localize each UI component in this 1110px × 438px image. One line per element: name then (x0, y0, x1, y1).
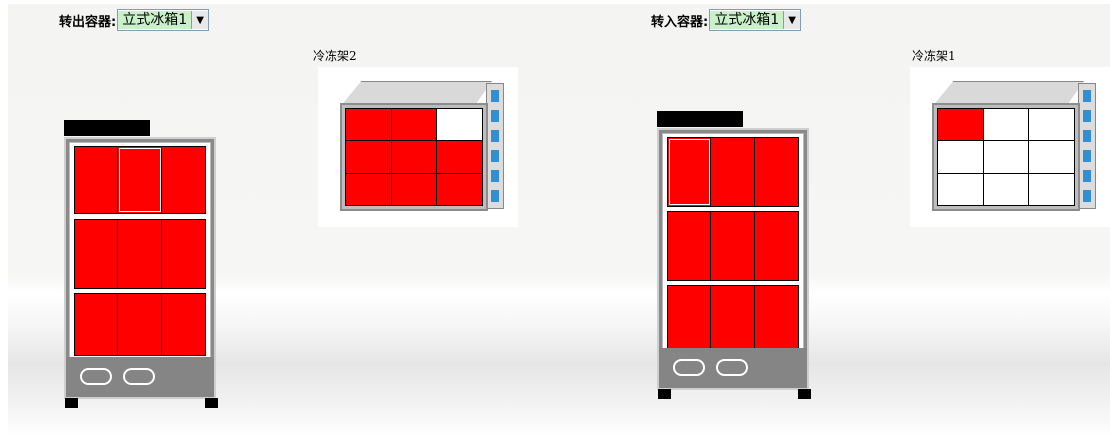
rack-grid[interactable] (937, 108, 1075, 206)
fridge-interior (662, 133, 804, 355)
fridge-shelf[interactable] (74, 293, 206, 356)
source-rack-label: 冷冻架2 (313, 49, 357, 63)
fridge-vent-icon (716, 359, 748, 376)
rack-slot[interactable] (437, 109, 482, 141)
fridge-vent-icon (80, 368, 112, 385)
rack-slot[interactable] (1029, 141, 1074, 173)
rack-stripe (1083, 130, 1091, 142)
source-container-label: 转出容器: (59, 14, 117, 30)
rack-slot[interactable] (437, 141, 482, 173)
fridge-slot[interactable] (161, 294, 205, 355)
rack-stripe (491, 150, 499, 162)
target-container-select[interactable]: 立式冰箱1 ▼ (709, 9, 802, 31)
fridge-slot[interactable] (668, 212, 712, 280)
target-panel: 转入容器: 立式冰箱1 ▼ 冷冻架1 (555, 0, 1110, 438)
rack-slot[interactable] (346, 141, 391, 173)
source-panel: 转出容器: 立式冰箱1 ▼ 冷冻架2 (0, 0, 555, 438)
fridge-slot[interactable] (75, 220, 119, 288)
rack-stripe (491, 190, 499, 202)
target-container-row: 转入容器: 立式冰箱1 ▼ (651, 9, 802, 31)
fridge-foot (798, 389, 811, 399)
fridge-shelf[interactable] (667, 211, 799, 281)
fridge-shelf[interactable] (667, 137, 799, 207)
fridge-base (659, 348, 807, 388)
rack-stripe (491, 90, 499, 102)
fridge-slot[interactable] (711, 212, 755, 280)
chevron-down-icon[interactable]: ▼ (191, 11, 209, 29)
fridge-body (657, 128, 809, 390)
rack-slot[interactable] (391, 141, 437, 173)
fridge-top-bar (657, 111, 743, 127)
rack-slot[interactable] (938, 173, 983, 205)
rack-front-face (932, 103, 1080, 211)
fridge-slot[interactable] (754, 212, 798, 280)
rack-slot[interactable] (1029, 173, 1074, 205)
target-fridge (657, 111, 811, 401)
rack-slot[interactable] (983, 173, 1029, 205)
rack-stripe (1083, 150, 1091, 162)
source-container-row: 转出容器: 立式冰箱1 ▼ (59, 9, 210, 31)
fridge-slot[interactable] (161, 220, 205, 288)
rack-slot[interactable] (346, 109, 391, 141)
fridge-shelf[interactable] (667, 285, 799, 351)
source-fridge (64, 120, 218, 410)
rack-slot[interactable] (938, 109, 983, 141)
rack-slot[interactable] (391, 173, 437, 205)
fridge-interior (69, 142, 211, 360)
fridge-slot[interactable] (118, 147, 162, 213)
fridge-slot[interactable] (754, 138, 798, 206)
fridge-slot[interactable] (75, 147, 119, 213)
rack-slot[interactable] (1029, 109, 1074, 141)
fridge-slot[interactable] (118, 294, 162, 355)
fridge-foot (658, 389, 671, 399)
fridge-slot[interactable] (754, 286, 798, 350)
rack-front-face (340, 103, 488, 211)
rack-slot[interactable] (938, 141, 983, 173)
rack-slot[interactable] (983, 141, 1029, 173)
fridge-vent-icon (673, 359, 705, 376)
rack-stripe (1083, 190, 1091, 202)
rack-stripe (491, 130, 499, 142)
fridge-vent-icon (123, 368, 155, 385)
chevron-down-icon[interactable]: ▼ (783, 11, 801, 29)
fridge-foot (65, 398, 78, 408)
target-container-label: 转入容器: (651, 14, 709, 30)
rack-stripe (1083, 110, 1091, 122)
fridge-slot[interactable] (668, 138, 712, 206)
rack-slot[interactable] (983, 109, 1029, 141)
fridge-shelf[interactable] (74, 146, 206, 214)
rack-stripe (491, 170, 499, 182)
fridge-top-bar (64, 120, 150, 136)
fridge-shelf[interactable] (74, 219, 206, 289)
rack-slot[interactable] (391, 109, 437, 141)
fridge-slot[interactable] (668, 286, 712, 350)
rack-slot[interactable] (437, 173, 482, 205)
rack-grid[interactable] (345, 108, 483, 206)
fridge-slot[interactable] (75, 294, 119, 355)
target-container-value: 立式冰箱1 (710, 11, 784, 29)
rack-slot[interactable] (346, 173, 391, 205)
rack-side-face (486, 83, 504, 209)
fridge-slot[interactable] (711, 138, 755, 206)
rack-stripe (1083, 170, 1091, 182)
fridge-slot[interactable] (118, 220, 162, 288)
fridge-base (66, 357, 214, 397)
fridge-foot (205, 398, 218, 408)
fridge-body (64, 137, 216, 399)
target-rack-label: 冷冻架1 (912, 49, 956, 63)
source-container-select[interactable]: 立式冰箱1 ▼ (117, 9, 210, 31)
rack-stripe (1083, 90, 1091, 102)
fridge-slot[interactable] (711, 286, 755, 350)
source-rack (318, 67, 518, 227)
rack-side-face (1078, 83, 1096, 209)
fridge-slot[interactable] (161, 147, 205, 213)
source-container-value: 立式冰箱1 (118, 11, 192, 29)
rack-stripe (491, 110, 499, 122)
target-rack (910, 67, 1110, 227)
